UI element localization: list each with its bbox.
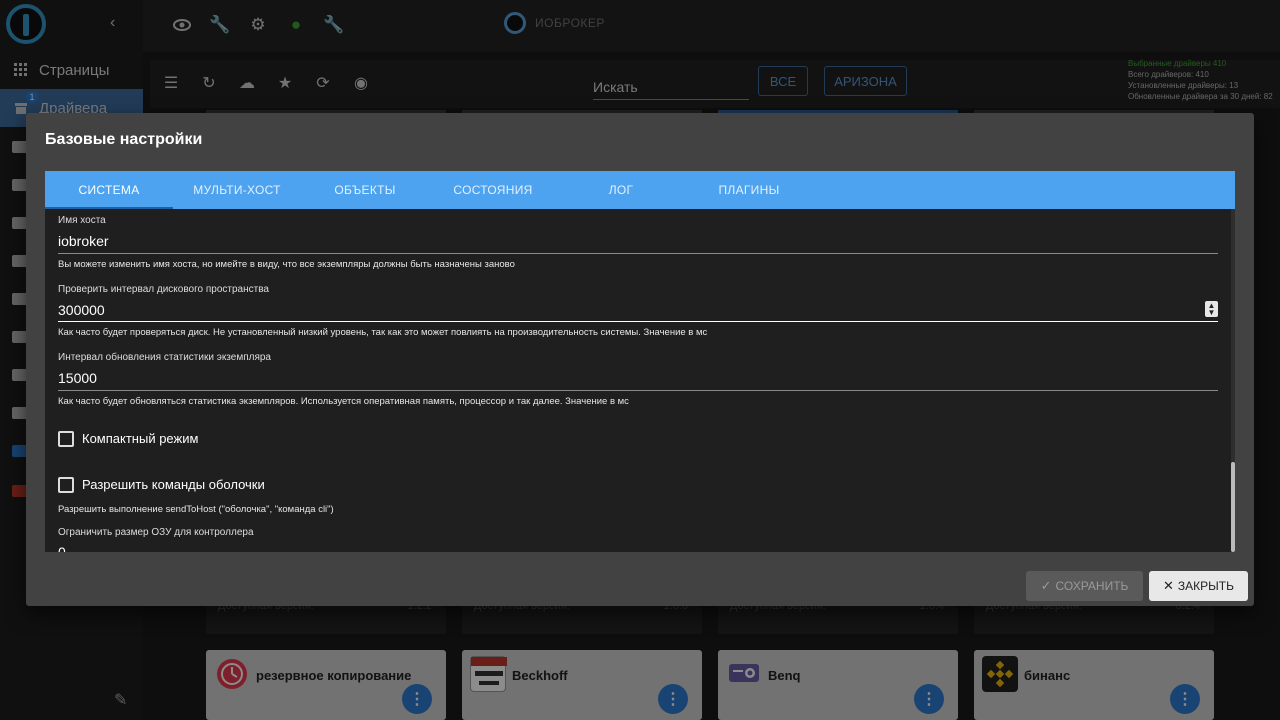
compact-mode-label: Компактный режим xyxy=(82,431,199,446)
scrollbar-thumb[interactable] xyxy=(1231,462,1235,552)
settings-tabs: СИСТЕМА МУЛЬТИ-ХОСТ ОБЪЕКТЫ СОСТОЯНИЯ ЛО… xyxy=(45,171,1235,209)
stats-interval-underline xyxy=(58,390,1218,391)
close-icon: ✕ xyxy=(1163,578,1174,593)
shell-commands-label: Разрешить команды оболочки xyxy=(82,477,265,492)
dialog-title: Базовые настройки xyxy=(45,131,203,148)
shell-commands-help: Разрешить выполнение sendToHost ("оболоч… xyxy=(58,504,334,515)
close-button[interactable]: ✕ ЗАКРЫТЬ xyxy=(1149,571,1248,601)
number-stepper-icon[interactable]: ▲ ▼ xyxy=(1205,301,1218,317)
tab-plugins[interactable]: ПЛАГИНЫ xyxy=(685,171,813,209)
content-scrollbar[interactable] xyxy=(1231,209,1235,552)
settings-content: Имя хоста iobroker Вы можете изменить им… xyxy=(45,209,1235,552)
tab-multihost[interactable]: МУЛЬТИ-ХОСТ xyxy=(173,171,301,209)
stats-interval-input[interactable]: 15000 xyxy=(58,370,97,386)
disk-interval-underline xyxy=(58,321,1218,322)
base-settings-dialog: Базовые настройки СИСТЕМА МУЛЬТИ-ХОСТ ОБ… xyxy=(26,113,1254,606)
tab-objects[interactable]: ОБЪЕКТЫ xyxy=(301,171,429,209)
save-button-label: СОХРАНИТЬ xyxy=(1055,579,1129,593)
disk-interval-help: Как часто будет проверяться диск. Не уст… xyxy=(58,327,708,338)
ram-limit-label: Ограничить размер ОЗУ для контроллера xyxy=(58,527,254,538)
hostname-underline xyxy=(58,253,1218,254)
tab-log[interactable]: ЛОГ xyxy=(557,171,685,209)
disk-interval-label: Проверить интервал дискового пространств… xyxy=(58,284,269,295)
ram-limit-input[interactable]: 0 xyxy=(58,544,66,552)
shell-commands-checkbox[interactable] xyxy=(58,477,74,493)
check-icon: ✓ xyxy=(1040,578,1052,593)
disk-interval-input[interactable]: 300000 xyxy=(58,302,105,318)
close-button-label: ЗАКРЫТЬ xyxy=(1177,579,1234,593)
tab-states[interactable]: СОСТОЯНИЯ xyxy=(429,171,557,209)
stats-interval-label: Интервал обновления статистики экземпляр… xyxy=(58,352,271,363)
compact-mode-checkbox[interactable] xyxy=(58,431,74,447)
hostname-label: Имя хоста xyxy=(58,215,106,226)
save-button[interactable]: ✓ СОХРАНИТЬ xyxy=(1026,571,1143,601)
stats-interval-help: Как часто будет обновляться статистика э… xyxy=(58,396,629,407)
hostname-help: Вы можете изменить имя хоста, но имейте … xyxy=(58,259,515,270)
tab-system[interactable]: СИСТЕМА xyxy=(45,171,173,209)
hostname-input[interactable]: iobroker xyxy=(58,233,109,249)
